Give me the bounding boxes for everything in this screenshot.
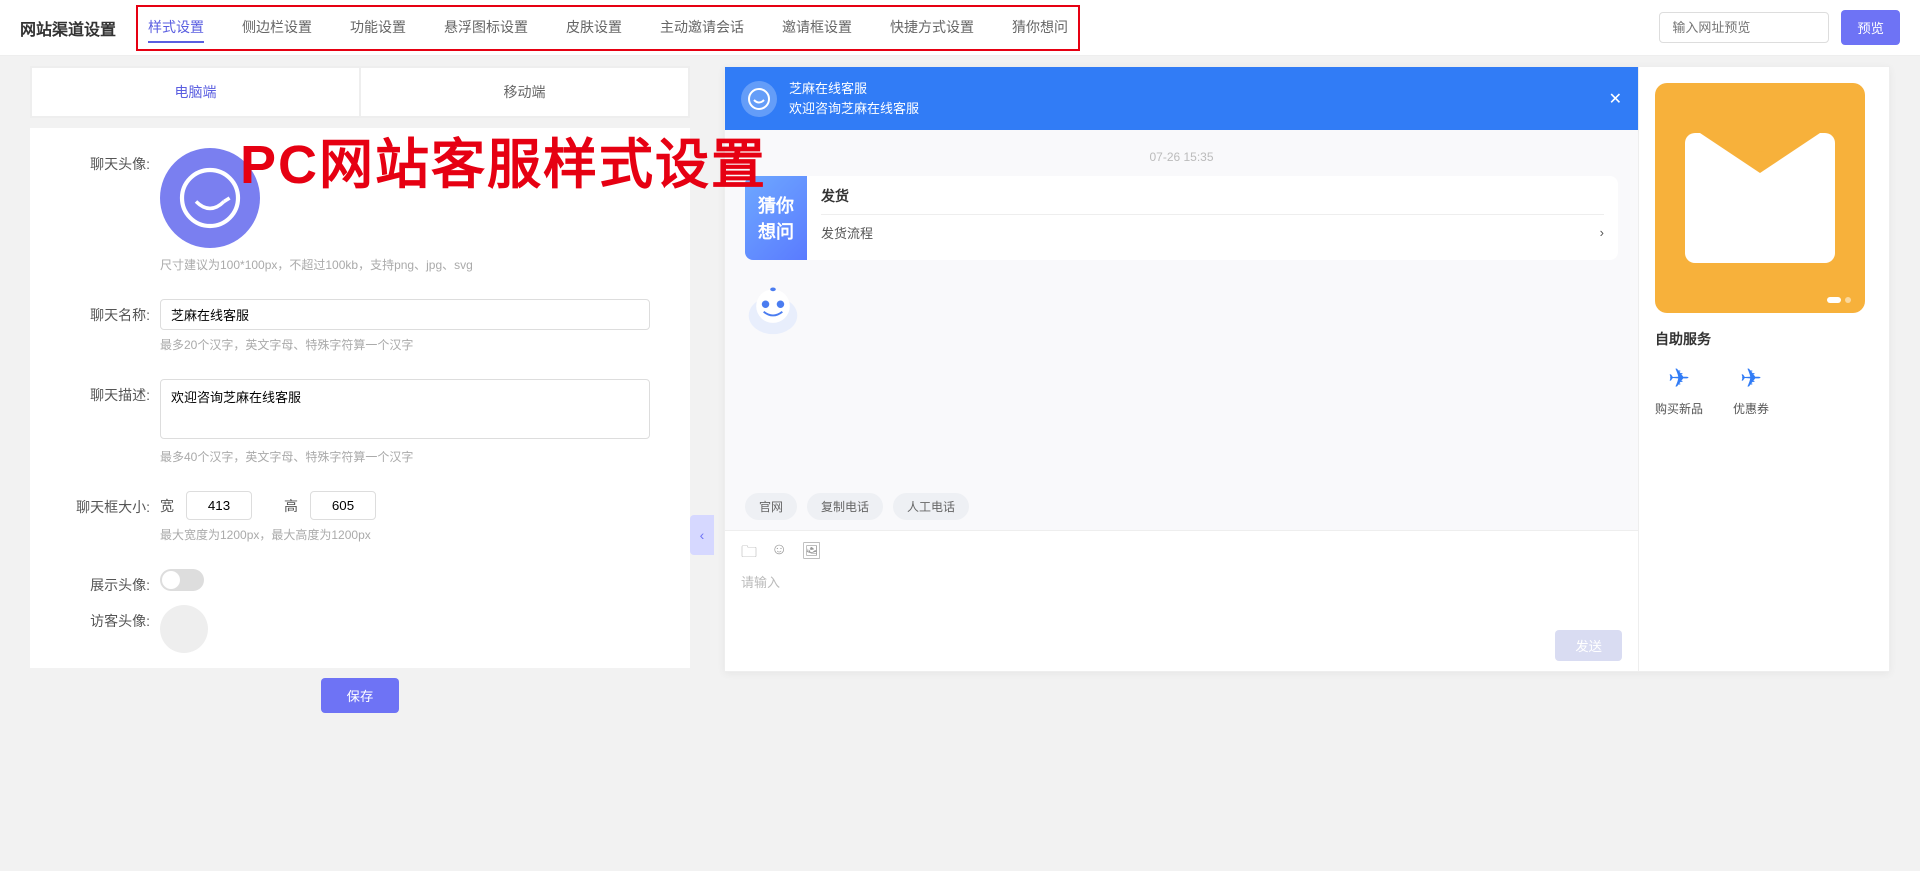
quick-tag-human-phone[interactable]: 人工电话 (893, 493, 969, 520)
chat-timestamp: 07-26 15:35 (745, 150, 1618, 164)
collapse-handle[interactable]: ‹ (690, 515, 714, 555)
chat-header-avatar-icon (741, 81, 777, 117)
preview-button[interactable]: 预览 (1841, 10, 1900, 45)
tab-float-icon[interactable]: 悬浮图标设置 (444, 13, 528, 43)
height-input[interactable] (310, 491, 376, 520)
tab-guess[interactable]: 猜你想问 (1012, 13, 1068, 43)
image-icon[interactable]: 🖼 (801, 541, 821, 568)
width-label: 宽 (160, 496, 174, 516)
desc-label: 聊天描述: (70, 379, 150, 405)
chat-input[interactable] (741, 575, 1622, 590)
suggest-item-text: 发货流程 (821, 223, 873, 242)
carousel-dots[interactable] (1827, 297, 1851, 303)
preview-url-input[interactable] (1659, 12, 1829, 43)
chat-avatar-upload[interactable] (160, 148, 260, 248)
folder-icon[interactable]: 🗀 (741, 541, 757, 568)
promo-envelope-icon (1655, 83, 1865, 313)
device-tab-pc[interactable]: 电脑端 (31, 67, 360, 117)
robot-avatar-icon (745, 280, 801, 336)
quick-tag-copy-phone[interactable]: 复制电话 (807, 493, 883, 520)
tab-skin[interactable]: 皮肤设置 (566, 13, 622, 43)
show-avatar-toggle[interactable] (160, 569, 204, 591)
chat-header-desc: 欢迎咨询芝麻在线客服 (789, 99, 1597, 119)
nav-tabs-box: 样式设置 侧边栏设置 功能设置 悬浮图标设置 皮肤设置 主动邀请会话 邀请框设置… (136, 5, 1080, 51)
service-label: 购买新品 (1655, 400, 1703, 417)
chat-preview-window: 芝麻在线客服 欢迎咨询芝麻在线客服 ✕ 07-26 15:35 猜你想问 发货 … (724, 66, 1890, 672)
plane-icon: ✈ (1733, 363, 1769, 394)
show-avatar-label: 展示头像: (70, 569, 150, 595)
close-icon[interactable]: ✕ (1609, 89, 1622, 109)
smile-icon (175, 163, 245, 233)
tab-quick[interactable]: 快捷方式设置 (890, 13, 974, 43)
service-coupon[interactable]: ✈ 优惠券 (1733, 363, 1769, 417)
visitor-avatar-upload[interactable] (160, 605, 208, 653)
size-hint: 最大宽度为1200px，最大高度为1200px (160, 526, 650, 543)
service-label: 优惠券 (1733, 400, 1769, 417)
desc-hint: 最多40个汉字，英文字母、特殊字符算一个汉字 (160, 448, 650, 465)
chat-name-input[interactable] (160, 299, 650, 330)
send-button[interactable]: 发送 (1555, 630, 1622, 661)
height-label: 高 (284, 496, 298, 516)
quick-tag-website[interactable]: 官网 (745, 493, 797, 520)
avatar-label: 聊天头像: (70, 148, 150, 174)
save-button[interactable]: 保存 (321, 678, 400, 713)
emoji-icon[interactable]: ☺ (771, 541, 787, 568)
chat-header: 芝麻在线客服 欢迎咨询芝麻在线客服 ✕ (725, 67, 1638, 130)
suggest-title: 发货 (821, 186, 1604, 206)
width-input[interactable] (186, 491, 252, 520)
name-hint: 最多20个汉字，英文字母、特殊字符算一个汉字 (160, 336, 650, 353)
suggest-card: 猜你想问 发货 发货流程 › (745, 176, 1618, 260)
chevron-right-icon: › (1600, 225, 1604, 240)
tab-style[interactable]: 样式设置 (148, 13, 204, 43)
suggest-label: 猜你想问 (745, 176, 807, 260)
tab-invite-session[interactable]: 主动邀请会话 (660, 13, 744, 43)
avatar-hint: 尺寸建议为100*100px，不超过100kb，支持png、jpg、svg (160, 256, 650, 273)
chat-desc-input[interactable] (160, 379, 650, 439)
suggest-item[interactable]: 发货流程 › (821, 214, 1604, 250)
visitor-avatar-label: 访客头像: (70, 605, 150, 631)
tab-invite-box[interactable]: 邀请框设置 (782, 13, 852, 43)
page-title: 网站渠道设置 (20, 16, 116, 40)
service-buy-new[interactable]: ✈ 购买新品 (1655, 363, 1703, 417)
name-label: 聊天名称: (70, 299, 150, 325)
side-section-title: 自助服务 (1655, 329, 1873, 349)
size-label: 聊天框大小: (70, 491, 150, 517)
chat-header-name: 芝麻在线客服 (789, 79, 1597, 99)
tab-function[interactable]: 功能设置 (350, 13, 406, 43)
tab-sidebar[interactable]: 侧边栏设置 (242, 13, 312, 43)
plane-icon: ✈ (1655, 363, 1703, 394)
device-tab-mobile[interactable]: 移动端 (360, 67, 689, 117)
chevron-left-icon: ‹ (700, 527, 705, 543)
